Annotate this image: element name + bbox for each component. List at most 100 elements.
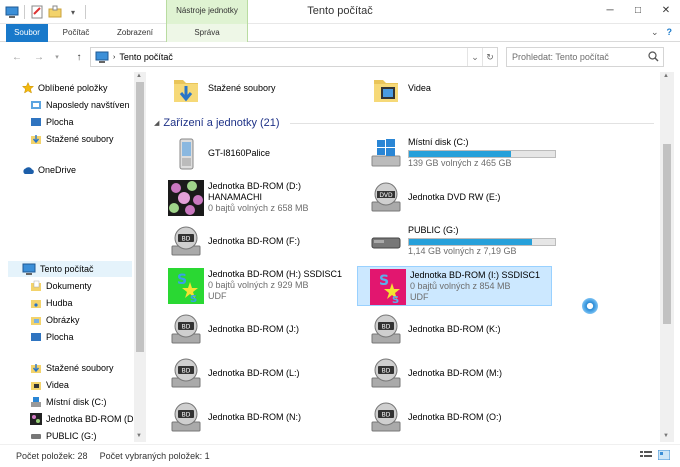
nav-item-music[interactable]: Hudba [30, 295, 73, 311]
drive-tile[interactable]: BD Jednotka BD-ROM (O:) [356, 398, 551, 438]
nav-item-public[interactable]: PUBLIC (G:) [30, 428, 97, 444]
desktop-icon [31, 333, 41, 341]
downloads-folder-icon [174, 80, 198, 102]
details-view-icon[interactable] [640, 450, 652, 462]
drive-tile[interactable]: BD Jednotka BD-ROM (J:) [156, 310, 351, 350]
folder-tile[interactable]: Stažené soubory [156, 72, 351, 110]
tile-free-space: 1,14 GB volných z 7,19 GB [408, 246, 517, 256]
drive-tile[interactable]: Jednotka BD-ROM (D:) HANAMACHI 0 bajtů v… [156, 178, 351, 218]
svg-text:BD: BD [382, 324, 391, 331]
tab-manage[interactable]: Správa [166, 24, 248, 42]
pictures-folder-icon [31, 317, 41, 325]
bd-drive-icon: BD [171, 358, 201, 388]
tile-name: Stažené soubory [208, 83, 276, 93]
help-icon[interactable]: ? [667, 27, 673, 38]
divider [289, 122, 654, 124]
scrollbar-thumb[interactable] [136, 82, 144, 352]
nav-onedrive[interactable]: OneDrive [22, 162, 76, 178]
tile-name: Jednotka DVD RW (E:) [408, 192, 501, 202]
svg-text:BD: BD [182, 236, 191, 243]
drive-tile[interactable]: BD Jednotka BD-ROM (L:) [156, 354, 351, 394]
nav-item-desktop-pc[interactable]: Plocha [30, 329, 74, 345]
documents-folder-icon [31, 280, 41, 291]
music-folder-icon [31, 300, 41, 308]
disc-art-icon [168, 180, 204, 216]
tile-name: Jednotka BD-ROM (I:) SSDISC1 [410, 270, 541, 280]
drive-tile[interactable]: BD Jednotka BD-ROM (M:) [356, 354, 551, 394]
minimize-button[interactable]: ─ [596, 0, 624, 20]
selected-count: Počet vybraných položek: 1 [99, 451, 210, 461]
content-scrollbar[interactable]: ▲ ▼ [660, 72, 674, 442]
nav-item-local-disk[interactable]: Místní disk (C:) [30, 394, 107, 410]
usb-drive-icon [371, 237, 401, 249]
close-button[interactable]: ✕ [652, 0, 680, 20]
svg-text:S: S [392, 295, 399, 305]
tile-name: Jednotka BD-ROM (L:) [208, 368, 300, 378]
folder-tile[interactable]: Videa [356, 72, 551, 110]
nav-item-bd-rom-d[interactable]: Jednotka BD-ROM (D [30, 411, 134, 427]
drive-tile[interactable]: Místní disk (C:) 139 GB volných z 465 GB [356, 134, 556, 174]
capacity-fill [409, 151, 512, 157]
drive-tile[interactable]: S S Jednotka BD-ROM (H:) SSDISC1 0 bajtů… [156, 266, 351, 306]
back-button[interactable]: ← [10, 50, 24, 64]
ribbon-expand-icon[interactable]: ⌄ [651, 27, 659, 38]
bd-drive-icon: BD [171, 226, 201, 256]
tile-name: PUBLIC (G:) [408, 225, 459, 235]
videos-folder-icon [31, 382, 41, 390]
nav-item-downloads-pc[interactable]: Stažené soubory [30, 360, 114, 376]
disc-art-icon [30, 413, 42, 425]
maximize-button[interactable]: □ [624, 0, 652, 20]
tile-label: HANAMACHI [208, 192, 263, 202]
refresh-icon[interactable]: ↻ [482, 48, 497, 66]
address-bar[interactable]: › Tento počítač ⌄ ↻ [90, 47, 498, 67]
capacity-bar [408, 150, 556, 158]
item-count: Počet položek: 28 [16, 451, 88, 461]
tile-name: Jednotka BD-ROM (K:) [408, 324, 501, 334]
tile-name: Místní disk (C:) [408, 137, 469, 147]
svg-text:S: S [190, 294, 197, 304]
tab-view[interactable]: Zobrazení [106, 24, 164, 42]
scrollbar-thumb[interactable] [663, 144, 671, 324]
capacity-bar [408, 238, 556, 246]
nav-item-desktop[interactable]: Plocha [30, 114, 74, 130]
breadcrumb[interactable]: Tento počítač [119, 52, 173, 62]
drive-tile[interactable]: BD Jednotka BD-ROM (F:) [156, 222, 351, 262]
recent-locations-chevron-icon[interactable]: ▾ [50, 50, 64, 64]
forward-button[interactable]: → [32, 50, 46, 64]
busy-cursor-icon [582, 298, 598, 314]
nav-favorites[interactable]: Oblíbené položky [22, 80, 108, 96]
tile-filesystem: UDF [208, 291, 227, 301]
search-input[interactable]: Prohledat: Tento počítač [506, 47, 664, 67]
disc-art-green-icon: S S [168, 268, 204, 304]
nav-item-documents[interactable]: Dokumenty [30, 278, 92, 294]
drive-tile[interactable]: DVD Jednotka DVD RW (E:) [356, 178, 551, 218]
downloads-folder-icon [31, 135, 41, 144]
recent-places-icon [31, 101, 41, 109]
drive-tile[interactable]: BD Jednotka BD-ROM (N:) [156, 398, 351, 438]
bd-drive-icon: BD [171, 402, 201, 432]
scroll-up-icon[interactable]: ▲ [136, 73, 142, 79]
drive-tile[interactable]: GT-I8160Palice [156, 134, 351, 174]
tiles-view-icon[interactable] [657, 449, 671, 462]
group-header[interactable]: ◢ Zařízení a jednotky (21) [154, 116, 654, 130]
up-button[interactable]: ↑ [72, 50, 86, 64]
nav-item-downloads[interactable]: Stažené soubory [30, 131, 114, 147]
breadcrumb-separator-icon: › [113, 53, 116, 61]
scroll-down-icon[interactable]: ▼ [663, 433, 669, 439]
nav-item-pictures[interactable]: Obrázky [30, 312, 80, 328]
tab-file[interactable]: Soubor [6, 24, 48, 42]
nav-item-recent[interactable]: Naposledy navštíven [30, 97, 130, 113]
scroll-down-icon[interactable]: ▼ [136, 433, 142, 439]
drive-tile[interactable]: BD Jednotka BD-ROM (K:) [356, 310, 551, 350]
cloud-icon [23, 167, 34, 174]
collapse-chevron-icon[interactable]: ◢ [154, 119, 159, 127]
drive-tile[interactable]: PUBLIC (G:) 1,14 GB volných z 7,19 GB [356, 222, 556, 262]
nav-this-pc[interactable]: Tento počítač [8, 261, 132, 277]
tile-free-space: 0 bajtů volných z 854 MB [410, 281, 511, 291]
tab-computer[interactable]: Počítač [52, 24, 100, 42]
nav-scrollbar[interactable]: ▲ ▼ [134, 72, 146, 442]
scroll-up-icon[interactable]: ▲ [663, 73, 669, 79]
nav-item-videos[interactable]: Videa [30, 377, 69, 393]
drive-tile-selected[interactable]: S S Jednotka BD-ROM (I:) SSDISC1 0 bajtů… [357, 266, 552, 306]
address-history-chevron-icon[interactable]: ⌄ [467, 48, 482, 66]
